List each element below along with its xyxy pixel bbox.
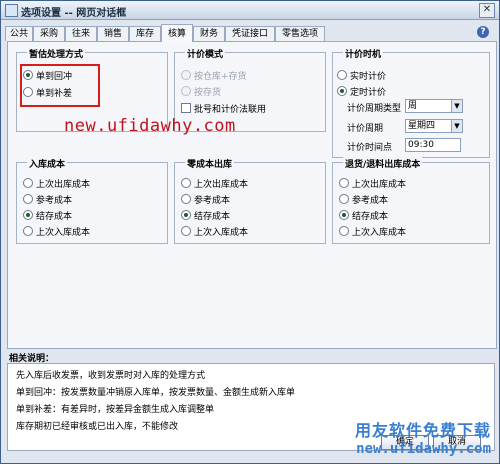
radio-reference-cost[interactable]: 参考成本 — [339, 193, 388, 206]
chevron-down-icon[interactable]: ▼ — [451, 120, 462, 132]
radio-scheduled[interactable]: 定时计价 — [337, 85, 386, 98]
help-icon[interactable]: ? — [477, 26, 489, 38]
group-temp-estimate-title: 暂估处理方式 — [27, 47, 86, 60]
group-return-cost: 退货/退料出库成本 上次出库成本 参考成本 结存成本 上次入库成本 — [332, 157, 490, 244]
radio-indicator[interactable] — [181, 86, 191, 96]
highlight-box — [20, 64, 100, 107]
radio-indicator[interactable] — [339, 178, 349, 188]
notes-line: 单到补差：有差异时，按差异金额生成入库调整单 — [16, 405, 215, 415]
window-icon — [5, 4, 18, 17]
radio-indicator[interactable] — [181, 210, 191, 220]
notes-line: 库存期初已经审核或已出入库，不能修改 — [16, 422, 179, 432]
group-zero-out: 零成本出库 上次出库成本 参考成本 结存成本 上次入库成本 — [174, 157, 326, 244]
tab-retail-options[interactable]: 零售选项 — [275, 26, 325, 41]
radio-warehouse-item[interactable]: 按仓库+存货 — [181, 69, 247, 82]
radio-reference-cost[interactable]: 参考成本 — [23, 193, 72, 206]
radio-balance-cost[interactable]: 结存成本 — [181, 209, 230, 222]
group-in-cost-title: 入库成本 — [27, 157, 68, 170]
radio-realtime[interactable]: 实时计价 — [337, 69, 386, 82]
radio-by-item[interactable]: 按存货 — [181, 85, 221, 98]
radio-indicator[interactable] — [23, 210, 33, 220]
tab-public[interactable]: 公共 — [5, 26, 33, 41]
period-select[interactable]: 星期四 ▼ — [405, 119, 463, 133]
radio-last-in-cost[interactable]: 上次入库成本 — [181, 225, 248, 238]
radio-indicator[interactable] — [181, 194, 191, 204]
close-button[interactable]: ✕ — [479, 3, 495, 18]
title-bar: 选项设置 -- 网页对话框 ✕ — [1, 1, 499, 20]
group-in-cost: 入库成本 上次出库成本 参考成本 结存成本 上次入库成本 — [16, 157, 168, 244]
radio-indicator[interactable] — [23, 178, 33, 188]
period-type-label: 计价周期类型 — [347, 104, 402, 114]
radio-last-out-cost[interactable]: 上次出库成本 — [23, 177, 90, 190]
group-return-cost-title: 退货/退料出库成本 — [343, 157, 423, 170]
radio-last-out-cost[interactable]: 上次出库成本 — [181, 177, 248, 190]
radio-last-out-cost[interactable]: 上次出库成本 — [339, 177, 406, 190]
watermark-url: new.ufidawhy.com — [64, 116, 236, 136]
radio-indicator[interactable] — [339, 226, 349, 236]
radio-reference-cost[interactable]: 参考成本 — [181, 193, 230, 206]
radio-indicator[interactable] — [337, 70, 347, 80]
checkbox-batch-pricing[interactable]: 批号和计价法联用 — [181, 102, 266, 115]
tab-voucher-interface[interactable]: 凭证接口 — [225, 26, 275, 41]
checkbox-indicator[interactable] — [181, 103, 191, 113]
footer-watermark-text: 用友软件免费下载 — [354, 421, 491, 440]
tab-sales[interactable]: 销售 — [97, 26, 129, 41]
radio-indicator[interactable] — [337, 86, 347, 96]
notes-line: 单到回冲：按发票数量冲销原入库单，按发票数量、金额生成新入库单 — [16, 388, 296, 398]
group-pricing-mode-title: 计价模式 — [185, 47, 226, 60]
radio-indicator[interactable] — [181, 226, 191, 236]
time-label: 计价时间点 — [347, 143, 393, 153]
period-type-select[interactable]: 周 ▼ — [405, 99, 463, 113]
radio-balance-cost[interactable]: 结存成本 — [23, 209, 72, 222]
radio-indicator[interactable] — [339, 194, 349, 204]
window-title: 选项设置 -- 网页对话框 — [21, 8, 127, 19]
group-pricing-time: 计价时机 实时计价 定时计价 计价周期类型 周 ▼ 计价周期 星期四 ▼ 计价时… — [332, 47, 490, 158]
tab-accounting[interactable]: 核算 — [161, 24, 193, 42]
radio-indicator[interactable] — [181, 70, 191, 80]
tab-ar-ap[interactable]: 往来 — [65, 26, 97, 41]
radio-last-in-cost[interactable]: 上次入库成本 — [23, 225, 90, 238]
tab-finance[interactable]: 财务 — [193, 26, 225, 41]
time-input[interactable]: 09:30 — [405, 138, 461, 152]
notes-line: 先入库后收发票，收到发票时对入库的处理方式 — [16, 371, 206, 381]
radio-indicator[interactable] — [23, 226, 33, 236]
chevron-down-icon[interactable]: ▼ — [451, 100, 462, 112]
radio-balance-cost[interactable]: 结存成本 — [339, 209, 388, 222]
tab-purchase[interactable]: 采购 — [33, 26, 65, 41]
tab-inventory[interactable]: 库存 — [129, 26, 161, 41]
radio-indicator[interactable] — [181, 178, 191, 188]
accounting-panel: 暂估处理方式 单到回冲 单到补差 计价模式 按仓库+存货 按存货 批号和计价法联… — [7, 41, 497, 349]
group-pricing-time-title: 计价时机 — [343, 47, 384, 60]
period-label: 计价周期 — [347, 124, 384, 134]
dialog-window: 选项设置 -- 网页对话框 ✕ 公共 采购 往来 销售 库存 核算 财务 凭证接… — [0, 0, 500, 464]
radio-indicator[interactable] — [23, 194, 33, 204]
group-zero-out-title: 零成本出库 — [185, 157, 235, 170]
footer-watermark-url: new.ufidawhy.com — [356, 441, 491, 457]
radio-last-in-cost[interactable]: 上次入库成本 — [339, 225, 406, 238]
radio-indicator[interactable] — [339, 210, 349, 220]
